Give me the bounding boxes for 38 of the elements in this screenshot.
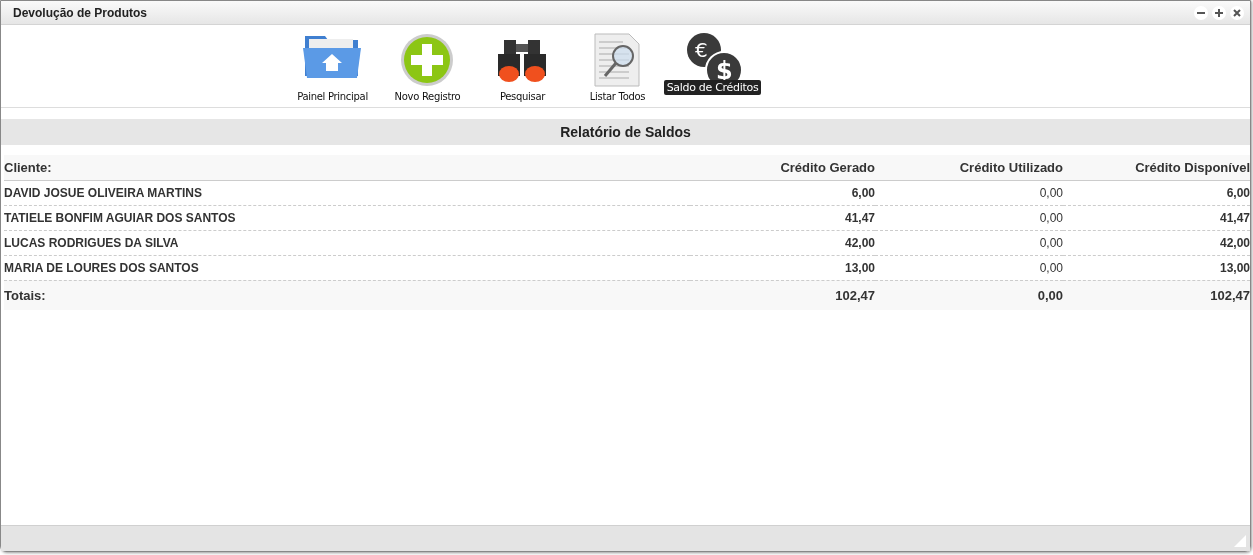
table-cell: 42,00 (1063, 230, 1250, 255)
table-cell: TATIELE BONFIM AGUIAR DOS SANTOS (4, 205, 690, 230)
column-header: Crédito Disponível (1063, 155, 1250, 180)
table-cell: 0,00 (875, 205, 1063, 230)
table-cell: DAVID JOSUE OLIVEIRA MARTINS (4, 180, 690, 205)
column-header: Cliente: (4, 155, 690, 180)
table-cell: 6,00 (1063, 180, 1250, 205)
total-cell: 102,47 (690, 280, 875, 310)
table-cell: 41,47 (690, 205, 875, 230)
total-cell: 0,00 (875, 280, 1063, 310)
maximize-button[interactable] (1212, 5, 1226, 20)
table-cell: 13,00 (690, 255, 875, 280)
toolbar-button[interactable]: € $ Saldo de Créditos (665, 25, 760, 107)
table-cell: 13,00 (1063, 255, 1250, 280)
toolbar-button[interactable]: Listar Todos (570, 25, 665, 107)
close-button[interactable] (1230, 5, 1244, 20)
column-header: Crédito Gerado (690, 155, 875, 180)
minimize-button[interactable] (1194, 5, 1208, 20)
resize-grip-icon[interactable] (1234, 535, 1246, 547)
total-cell: Totais: (4, 280, 690, 310)
table-cell: 41,47 (1063, 205, 1250, 230)
table-cell: 0,00 (875, 230, 1063, 255)
window-title: Devolução de Produtos (13, 5, 148, 20)
plus-icon (1215, 8, 1223, 17)
tooltip: Saldo de Créditos (663, 80, 762, 95)
table-cell: MARIA DE LOURES DOS SANTOS (4, 255, 690, 280)
table-cell: 42,00 (690, 230, 875, 255)
report-title: Relatório de Saldos (560, 124, 691, 140)
table-cell: 0,00 (875, 180, 1063, 205)
close-icon (1233, 8, 1241, 17)
table-cell: 0,00 (875, 255, 1063, 280)
toolbar-button[interactable]: Novo Registro (380, 25, 475, 107)
toolbar-button[interactable]: Painel Principal (285, 25, 380, 107)
toolbar-button[interactable]: Pesquisar (475, 25, 570, 107)
table-cell: LUCAS RODRIGUES DA SILVA (4, 230, 690, 255)
table-cell: 6,00 (690, 180, 875, 205)
total-cell: 102,47 (1063, 280, 1250, 310)
column-header: Crédito Utilizado (875, 155, 1063, 180)
